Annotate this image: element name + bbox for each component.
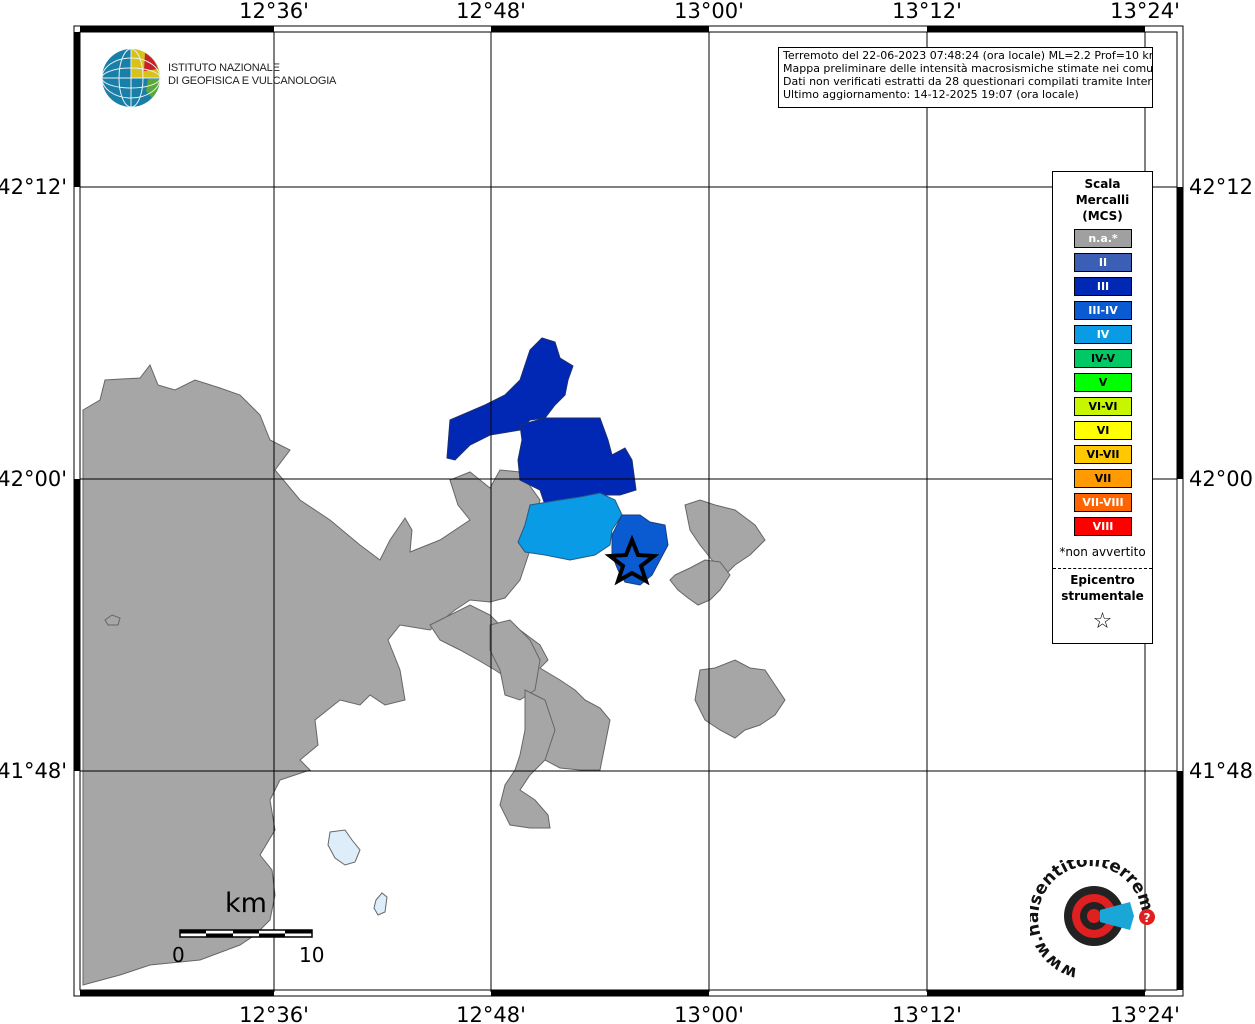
grey-area-west [82, 363, 541, 986]
legend-item: IV-V [1074, 349, 1132, 368]
legend-title-line: Mercalli [1075, 193, 1130, 207]
lat-label: 42°12' [0, 175, 67, 199]
lat-label: 42°00' [1189, 467, 1255, 491]
hsit-logo: www.haisentitoilterremoto.it ? [1023, 845, 1160, 983]
info-line: Mappa preliminare delle intensità macros… [783, 62, 1153, 75]
globe-icon [101, 48, 161, 108]
ingv-logo: ISTITUTO NAZIONALE DI GEOFISICA E VULCAN… [100, 47, 340, 109]
info-line: Terremoto del 22-06-2023 07:48:24 (ora l… [783, 49, 1153, 62]
lat-label: 41°48' [0, 759, 67, 783]
legend-item: III-IV [1074, 301, 1132, 320]
legend-item: VI-VII [1074, 445, 1132, 464]
lon-label: 13°12' [892, 1003, 962, 1024]
lat-labels-right: 42°12' 42°00' 41°48' [1189, 175, 1255, 783]
legend-item: VI [1074, 421, 1132, 440]
scale-min: 0 [172, 943, 185, 967]
ingv-line: DI GEOFISICA E VULCANOLOGIA [168, 75, 337, 87]
legend-separator [1053, 568, 1152, 569]
ingv-name: ISTITUTO NAZIONALE DI GEOFISICA E VULCAN… [168, 62, 336, 88]
legend-item: VII-VIII [1074, 493, 1132, 512]
legend-item: VII [1074, 469, 1132, 488]
scale-unit: km [225, 888, 267, 919]
scale-max: 10 [299, 943, 325, 967]
lon-labels-bottom: 12°36' 12°48' 13°00' 13°12' 13°24' [239, 1003, 1180, 1024]
lake-2 [373, 892, 388, 916]
legend-item: IV [1074, 325, 1132, 344]
lon-label: 12°36' [239, 0, 309, 23]
seismic-target-icon: www.haisentitoilterremoto.it ? [1023, 845, 1157, 983]
lon-label: 13°24' [1110, 0, 1180, 23]
info-line: Ultimo aggiornamento: 14-12-2025 19:07 (… [783, 88, 1079, 101]
lake-1 [327, 829, 361, 866]
legend-item: V [1074, 373, 1132, 392]
lon-labels-top: 12°36' 12°48' 13°00' 13°12' 13°24' [239, 0, 1180, 23]
info-line: Dati non verificati estratti da 28 quest… [783, 75, 1153, 88]
legend-star-icon: ☆ [1092, 609, 1113, 634]
lon-label: 13°24' [1110, 1003, 1180, 1024]
legend-item: III [1074, 277, 1132, 296]
lat-label: 41°48' [1189, 759, 1255, 783]
grey-area-south-2 [489, 619, 541, 701]
mcs-legend: Scala Mercalli (MCS) n.a.* II III III-IV IV I… [1052, 171, 1153, 644]
legend-epicenter-line: strumentale [1061, 589, 1144, 603]
event-info-box: Terremoto del 22-06-2023 07:48:24 (ora l… [778, 47, 1153, 108]
municipality-intensity-III-south [517, 417, 637, 506]
svg-text:?: ? [1144, 911, 1151, 925]
legend-title-line: Scala [1084, 177, 1121, 191]
lon-label: 12°48' [456, 0, 526, 23]
lon-label: 12°36' [239, 1003, 309, 1024]
lon-label: 13°00' [674, 1003, 744, 1024]
lon-label: 12°48' [456, 1003, 526, 1024]
lon-label: 13°12' [892, 0, 962, 23]
lat-label: 42°00' [0, 467, 67, 491]
grey-area-east-2 [669, 559, 731, 606]
legend-item: n.a.* [1074, 229, 1132, 248]
legend-item: VIII [1074, 517, 1132, 536]
legend-title: Scala Mercalli (MCS) [1053, 176, 1152, 224]
legend-note: *non avvertito [1059, 545, 1146, 559]
lat-labels-left: 42°12' 42°00' 41°48' [0, 175, 67, 783]
grey-areas [82, 363, 786, 986]
scale-bar [179, 929, 313, 938]
legend-epicenter-line: Epicentro [1070, 573, 1135, 587]
lat-label: 42°12' [1189, 175, 1255, 199]
lon-label: 13°00' [674, 0, 744, 23]
ingv-line: ISTITUTO NAZIONALE [168, 62, 280, 74]
legend-epicenter-label: Epicentro strumentale [1053, 572, 1152, 604]
legend-item: II [1074, 253, 1132, 272]
legend-item: VI-VI [1074, 397, 1132, 416]
legend-title-line: (MCS) [1082, 209, 1123, 223]
